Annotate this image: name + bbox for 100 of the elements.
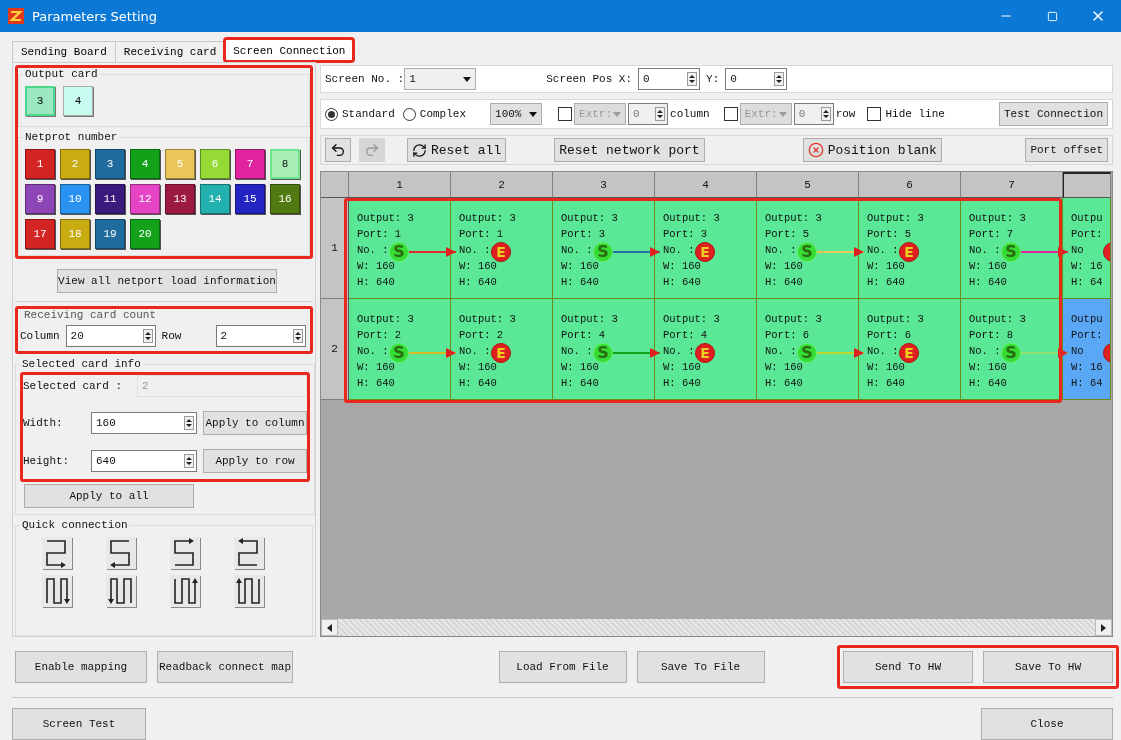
number-field[interactable]: 0 [725,68,788,90]
spinner-icon[interactable] [655,107,666,121]
card-cell[interactable]: Output: 3 Port: 1 No. : S W: 160 H: 640 [349,198,451,299]
number-field[interactable]: 160 [91,412,197,434]
quick-connection-button[interactable] [170,537,200,569]
card-cell[interactable]: Output: 3 Port: 8 No. : S W: 160 H: 640 [961,299,1063,400]
port-button[interactable]: 12 [130,184,160,214]
reset-all-button[interactable]: Reset all [407,138,507,162]
port-button[interactable]: 9 [25,184,55,214]
quick-connection-button[interactable] [42,537,72,569]
card-cell[interactable]: Output: 3 Port: 6 No. : E W: 160 H: 640 [859,299,961,400]
scroll-left-button[interactable] [321,619,338,636]
port-button[interactable]: 3 [95,149,125,179]
caret-icon [778,111,787,117]
start-marker: S [797,242,817,262]
cell-text: Output: 3 [969,211,1026,226]
footer-button[interactable]: Readback connect map [157,651,293,683]
output-card-button[interactable]: 4 [63,86,93,116]
spinner-icon[interactable] [292,329,303,343]
apply-column-button[interactable]: Apply to column [203,411,307,435]
cell-text: Port: [1071,227,1103,242]
reset-port-button[interactable]: Reset network port [554,138,705,162]
port-button[interactable]: 15 [235,184,265,214]
end-marker: E [695,242,715,262]
cell-text: H: 640 [459,275,497,290]
spinner-icon[interactable] [184,454,194,468]
card-cell[interactable]: Output: 3 Port: 4 No. : S W: 160 H: 640 [553,299,655,400]
apply-row-button[interactable]: Apply to row [203,449,307,473]
footer-button[interactable]: Send To HW [843,651,973,683]
zoom-select[interactable]: 100% [490,103,543,125]
spinner-icon[interactable] [142,329,153,343]
spinner-icon[interactable] [820,107,831,121]
card-cell[interactable]: Output: 3 Port: 4 No. : E W: 160 H: 640 [655,299,757,400]
port-button[interactable]: 11 [95,184,125,214]
end-marker: E [899,343,919,363]
quick-connection-button[interactable] [234,575,264,607]
test-connection-button[interactable]: Test Connection [998,102,1108,126]
radio-button[interactable] [325,107,338,121]
caret-icon [463,76,472,82]
screen-no-select[interactable]: 1 [404,68,477,90]
cell-text: Port: 1 [459,227,504,242]
card-cell[interactable]: Output: 3 Port: 1 No. : E W: 160 H: 640 [451,198,553,299]
port-button[interactable]: 8 [270,149,300,179]
footer-button[interactable]: Save To File [636,651,765,683]
card-cell[interactable]: Outpu Port: No W: 16 H: 64 [1063,299,1111,400]
card-cell[interactable]: Output: 3 Port: 3 No. : E W: 160 H: 640 [655,198,757,299]
number-field[interactable]: 20 [65,325,156,347]
radio-button[interactable] [402,107,416,121]
number-field[interactable]: 640 [91,450,197,472]
footer-button[interactable]: Save To HW [983,651,1113,683]
number-field[interactable]: 2 [215,325,306,347]
undo-icon [330,142,346,158]
card-cell[interactable]: Output: 3 Port: 2 No. : E W: 160 H: 640 [451,299,553,400]
spinner-icon[interactable] [774,72,785,86]
card-cell[interactable]: Output: 3 Port: 5 No. : S W: 160 H: 640 [757,198,859,299]
close-dialog-button[interactable]: Close [981,708,1113,740]
port-button[interactable]: 1 [25,149,55,179]
spinner-icon[interactable] [184,416,194,430]
spinner-icon[interactable] [687,72,698,86]
scrollbar[interactable] [321,619,1112,636]
card-cell[interactable]: Outpu Port: No W: 16 H: 64 [1063,198,1111,299]
quick-connection-button[interactable] [106,537,136,569]
view-load-button[interactable]: View all netport load information [57,269,277,293]
maximize-icon [1046,10,1058,22]
checkbox[interactable] [867,107,882,121]
quick-connection-button[interactable] [42,575,72,607]
port-offset-button[interactable]: Port offset [1025,138,1108,162]
tab[interactable]: Sending Board [12,41,116,62]
card-cell[interactable]: Output: 3 Port: 2 No. : S W: 160 H: 640 [349,299,451,400]
circle-x-icon [807,142,824,158]
cell-text: W: 160 [561,360,599,375]
cell-text: Port: 6 [765,328,810,343]
footer-button[interactable]: Load From File [498,651,627,683]
card-cell[interactable]: Output: 3 Port: 3 No. : S W: 160 H: 640 [553,198,655,299]
quick-connection-button[interactable] [170,575,200,607]
undo-button[interactable] [325,138,351,162]
radio-label: Standard [342,108,395,120]
card-cell[interactable]: Output: 3 Port: 7 No. : S W: 160 H: 640 [961,198,1063,299]
port-button[interactable]: 19 [95,219,125,249]
card-cell[interactable]: Output: 3 Port: 5 No. : E W: 160 H: 640 [859,198,961,299]
scroll-right-button[interactable] [1095,619,1112,636]
port-button[interactable]: 13 [165,184,195,214]
width-label: Width: [23,417,64,429]
quick-connection-button[interactable] [234,537,264,569]
output-card-button[interactable]: 3 [25,86,55,116]
cell-text: W: 160 [357,259,395,274]
hide-line-label: Hide line [885,108,945,120]
port-button[interactable]: 17 [25,219,55,249]
port-button[interactable]: 7 [235,149,265,179]
footer-button[interactable]: Enable mapping [15,651,147,683]
number-field[interactable]: 0 [638,68,701,90]
screen-test-button[interactable]: Screen Test [12,708,146,740]
port-button[interactable]: 16 [270,184,300,214]
cell-text: Output: 3 [765,312,822,327]
apply-all-button[interactable]: Apply to all [24,484,194,508]
card-cell[interactable]: Output: 3 Port: 6 No. : S W: 160 H: 640 [757,299,859,400]
tab[interactable]: Screen Connection [224,38,355,62]
position-blank-button[interactable]: Position blank [802,138,942,162]
quick-connection-button[interactable] [106,575,136,607]
cell-text: Output: 3 [867,312,924,327]
